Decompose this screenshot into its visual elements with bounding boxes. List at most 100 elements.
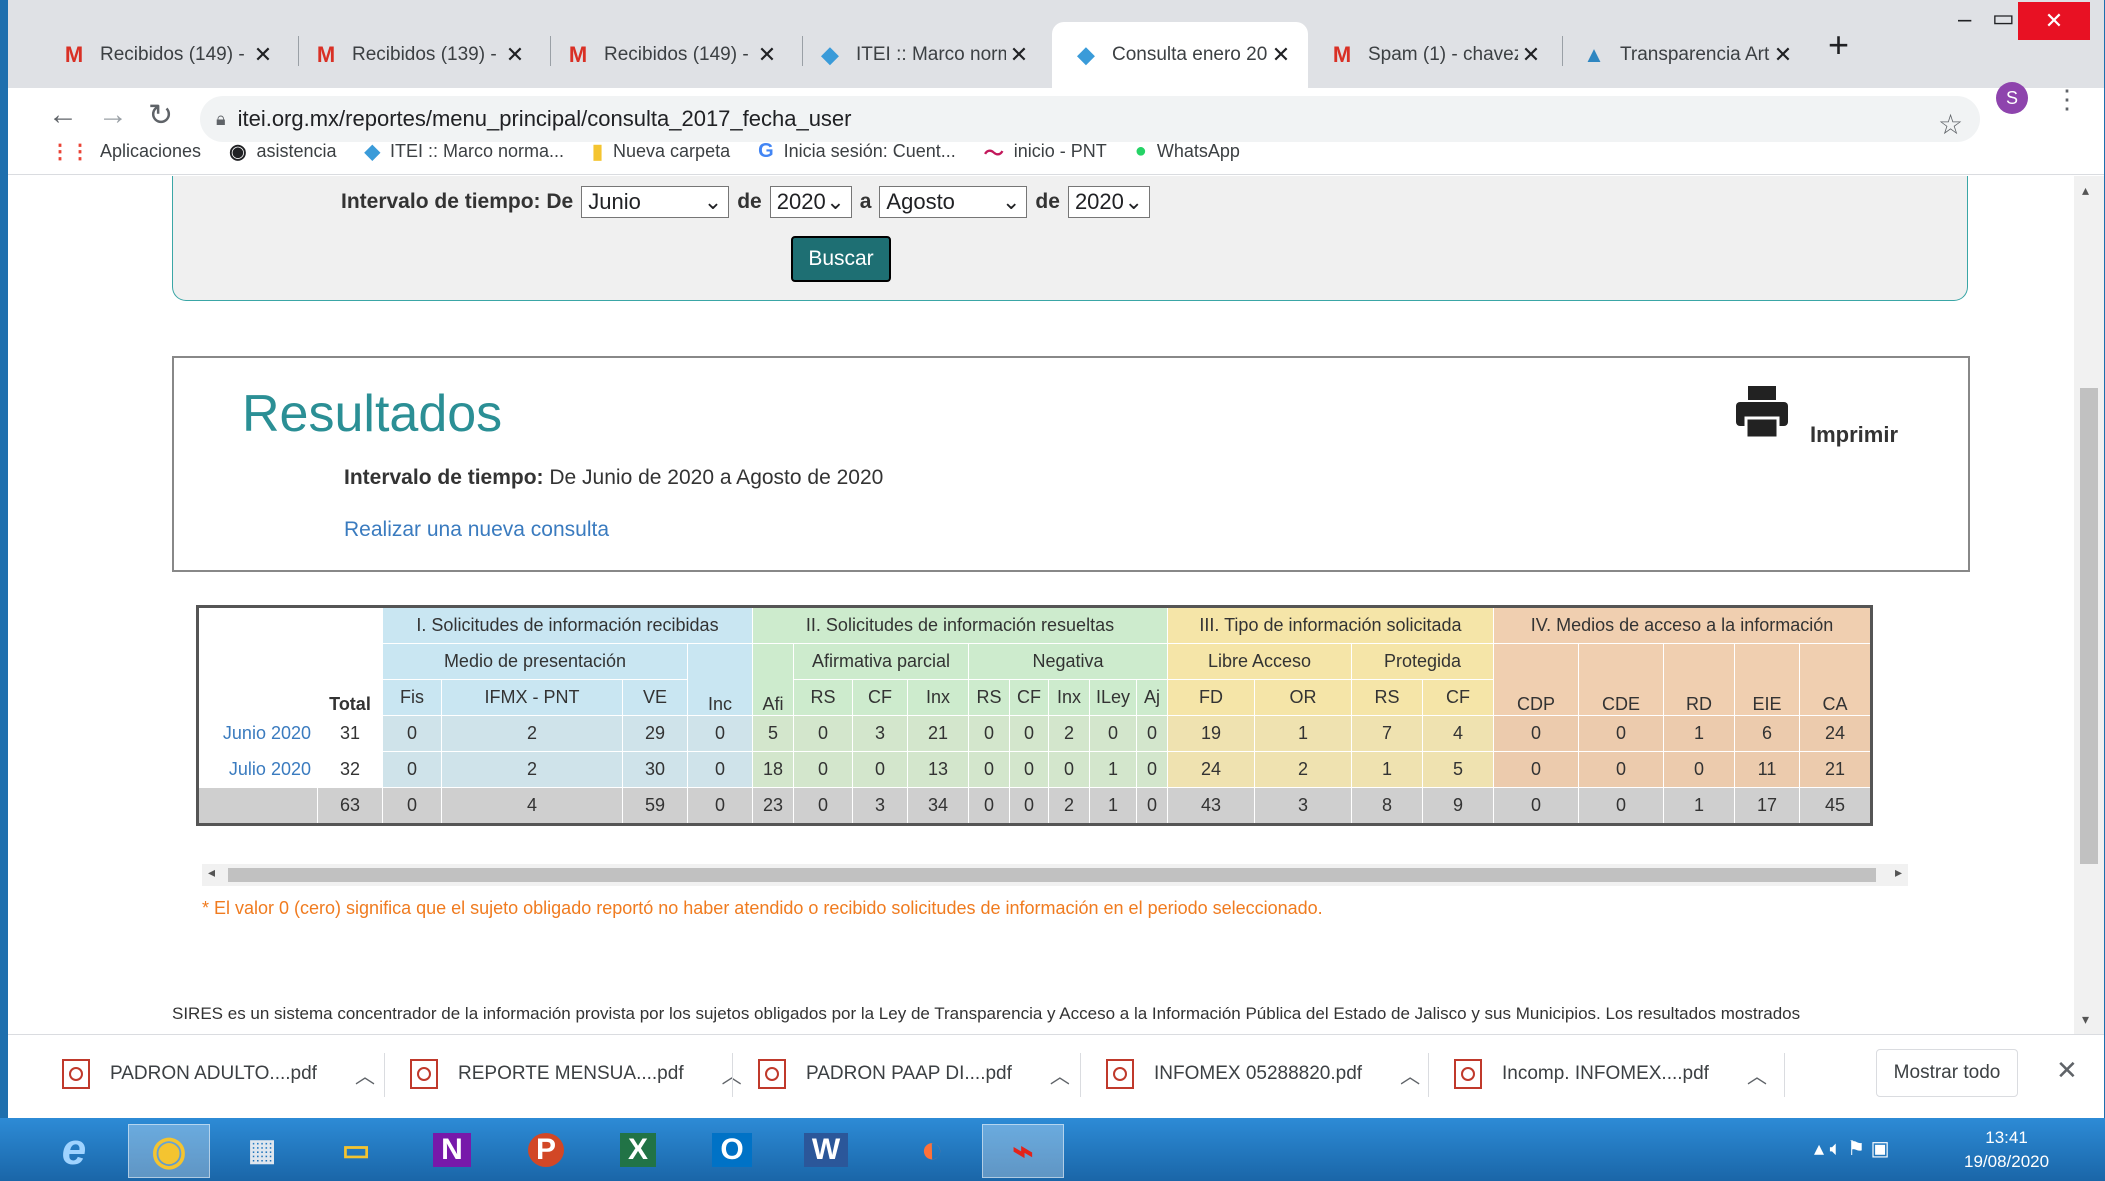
select-value: 2020	[1074, 189, 1124, 214]
chevron-up-icon[interactable]: ︿	[1400, 1060, 1420, 1089]
close-icon[interactable]: ✕	[1518, 42, 1544, 68]
scroll-left-icon[interactable]: ◂	[208, 864, 215, 881]
bookmark-google[interactable]: G Inicia sesión: Cuent...	[758, 140, 956, 163]
close-icon[interactable]: ✕	[1006, 42, 1032, 68]
to-month-select[interactable]: Agosto ⌄	[879, 186, 1028, 218]
bookmark-apps[interactable]: ⋮⋮ Aplicaciones	[50, 139, 201, 164]
close-icon[interactable]: ✕	[1268, 42, 1294, 68]
results-title: Resultados	[242, 385, 503, 443]
forward-button[interactable]: →	[98, 98, 128, 132]
horizontal-scrollbar[interactable]: ◂ ▸	[202, 864, 1908, 886]
download-item[interactable]: REPORTE MENSUA....pdf︿	[410, 1035, 742, 1113]
select-value: Junio	[588, 189, 641, 214]
pdf-icon	[1454, 1059, 1482, 1089]
chevron-up-icon[interactable]: ︿	[1747, 1060, 1767, 1089]
tab-gmail-1[interactable]: M Recibidos (149) - s ✕	[40, 22, 290, 88]
chrome-icon[interactable]: ◉	[128, 1124, 210, 1178]
chevron-up-icon[interactable]: ︿	[355, 1060, 375, 1089]
bookmark-nueva-carpeta[interactable]: ▮ Nueva carpeta	[592, 139, 730, 164]
itei-icon: ◆	[821, 42, 839, 67]
firefox-icon[interactable]: ◐	[892, 1124, 972, 1176]
pdf-icon	[410, 1059, 438, 1089]
outlook-icon[interactable]: O	[692, 1124, 772, 1176]
itei-icon: ◆	[1077, 42, 1095, 67]
profile-avatar[interactable]: S	[1996, 82, 2028, 114]
tab-consulta-active[interactable]: ◆ Consulta enero 20 ✕	[1052, 22, 1308, 88]
bookmark-label: WhatsApp	[1156, 140, 1240, 161]
table-cell: 0	[1136, 751, 1168, 788]
col-header: Fis	[382, 679, 442, 716]
download-item[interactable]: PADRON ADULTO....pdf ︿	[62, 1035, 375, 1113]
taskbar-clock[interactable]: 13:41 19/08/2020	[1964, 1126, 2049, 1174]
bookmark-asistencia[interactable]: ◉ asistencia	[229, 139, 337, 164]
tab-title: Recibidos (149) - s	[100, 44, 250, 65]
scroll-down-icon[interactable]: ▾	[2082, 1011, 2089, 1028]
tab-transparencia[interactable]: ▲ Transparencia Artíc ✕	[1560, 22, 1810, 88]
close-downloads-icon[interactable]: ✕	[2056, 1055, 2078, 1086]
table-cell: 1	[1663, 715, 1735, 752]
tab-gmail-2[interactable]: M Recibidos (139) - ti ✕	[292, 22, 542, 88]
close-icon[interactable]: ✕	[1770, 42, 1796, 68]
new-query-link[interactable]: Realizar una nueva consulta	[344, 518, 609, 542]
internet-explorer-icon[interactable]: e	[34, 1124, 114, 1176]
close-icon[interactable]: ✕	[502, 42, 528, 68]
table-cell: 24	[1799, 715, 1872, 752]
to-year-select[interactable]: 2020 ⌄	[1067, 186, 1150, 218]
chevron-up-icon[interactable]: ︿	[1050, 1060, 1070, 1089]
show-all-downloads-button[interactable]: Mostrar todo	[1876, 1049, 2018, 1097]
row-label[interactable]: Julio 2020	[197, 751, 318, 788]
file-explorer-icon[interactable]: ▭	[316, 1124, 396, 1176]
table-cell: 0	[1136, 787, 1168, 825]
printer-icon[interactable]	[1734, 384, 1790, 440]
vertical-scrollbar[interactable]: ▴ ▾	[2074, 176, 2104, 1034]
scrollbar-thumb[interactable]	[2080, 388, 2098, 864]
section-header: IV. Medios de acceso a la información	[1493, 606, 1872, 644]
maximize-button[interactable]: ▭	[1992, 4, 2015, 33]
close-window-button[interactable]: ✕	[2018, 2, 2090, 40]
minimize-button[interactable]: –	[1958, 6, 1971, 34]
bookmark-itei[interactable]: ◆ ITEI :: Marco norma...	[365, 139, 564, 164]
scroll-up-icon[interactable]: ▴	[2082, 182, 2089, 199]
acrobat-icon[interactable]: ⌁	[982, 1124, 1064, 1178]
whatsapp-icon: ●	[1134, 139, 1147, 162]
clock-date: 19/08/2020	[1964, 1152, 2050, 1171]
system-tray[interactable]: ▴ 🔈︎ ⚑ ▣	[1814, 1136, 1890, 1161]
tab-gmail-3[interactable]: M Recibidos (149) - s ✕	[544, 22, 794, 88]
from-year-select[interactable]: 2020 ⌄	[769, 186, 852, 218]
close-icon[interactable]: ✕	[754, 42, 780, 68]
from-month-select[interactable]: Junio ⌄	[581, 186, 730, 218]
print-link[interactable]: Imprimir	[1810, 422, 1898, 448]
tab-spam[interactable]: M Spam (1) - chavezr ✕	[1308, 22, 1558, 88]
word-icon[interactable]: W	[786, 1124, 866, 1176]
download-item[interactable]: INFOMEX 05288820.pdf ︿	[1106, 1035, 1420, 1113]
table-cell: 43	[1167, 787, 1255, 825]
scroll-right-icon[interactable]: ▸	[1895, 864, 1902, 881]
powerpoint-icon[interactable]: P	[506, 1124, 586, 1176]
table-cell: 2	[441, 751, 623, 788]
bookmark-whatsapp[interactable]: ● WhatsApp	[1135, 140, 1240, 163]
calculator-icon[interactable]: ▦	[222, 1124, 302, 1176]
de-label: de	[737, 190, 762, 213]
onenote-icon[interactable]: N	[412, 1124, 492, 1176]
table-cell: 31	[317, 715, 383, 752]
download-filename: PADRON ADULTO....pdf	[110, 1063, 317, 1084]
bookmark-label: Inicia sesión: Cuent...	[783, 140, 956, 161]
gmail-icon: M	[1332, 42, 1352, 67]
download-item[interactable]: Incomp. INFOMEX....pdf ︿	[1454, 1035, 1767, 1113]
close-icon[interactable]: ✕	[250, 42, 276, 68]
interval-label: Intervalo de tiempo:	[344, 466, 544, 489]
new-tab-button[interactable]: +	[1828, 24, 1849, 66]
back-button[interactable]: ←	[48, 98, 78, 132]
bookmark-pnt[interactable]: 〜 inicio - PNT	[984, 137, 1107, 166]
excel-icon[interactable]: X	[598, 1124, 678, 1176]
menu-icon[interactable]: ⋮	[2054, 84, 2080, 115]
search-button[interactable]: Buscar	[791, 236, 891, 282]
table-cell: 45	[1799, 787, 1872, 825]
section-header: I. Solicitudes de información recibidas	[382, 606, 753, 644]
tab-itei-marco[interactable]: ◆ ITEI :: Marco norma ✕	[796, 22, 1046, 88]
row-label[interactable]: Junio 2020	[197, 715, 318, 752]
scrollbar-thumb[interactable]	[228, 868, 1876, 882]
table-cell: 34	[907, 787, 969, 825]
download-item[interactable]: PADRON PAAP DI....pdf ︿	[758, 1035, 1070, 1113]
col-header: Inx	[1048, 679, 1090, 716]
